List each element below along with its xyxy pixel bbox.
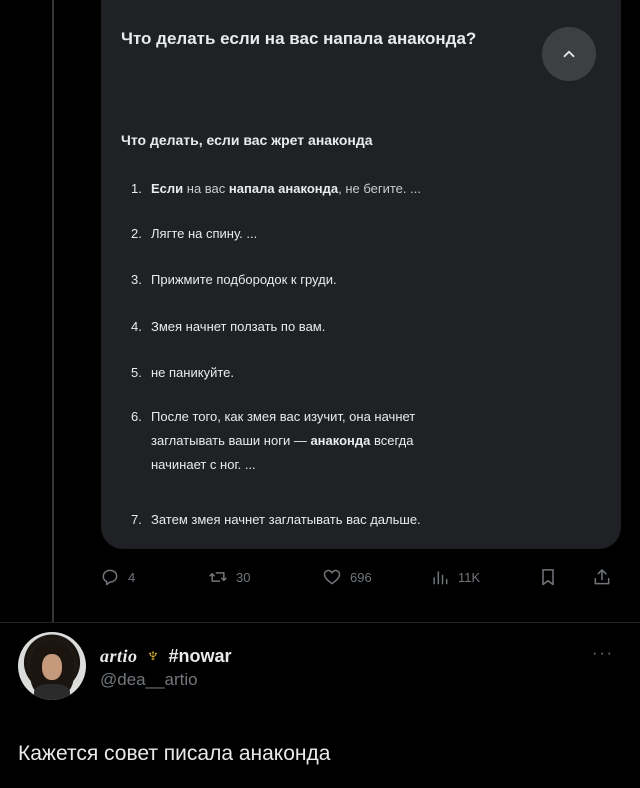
- bookmark-icon: [542, 569, 554, 586]
- tweet-divider: [0, 622, 640, 623]
- tweet-actions-bar: 4 30 696 11K: [100, 565, 625, 589]
- user-handle[interactable]: @dea__artio: [100, 670, 198, 690]
- more-options-button[interactable]: ···: [592, 645, 614, 663]
- share-button[interactable]: [592, 565, 612, 589]
- answer-title: Что делать, если вас жрет анаконда: [121, 132, 373, 148]
- repost-count: 30: [236, 569, 251, 585]
- like-button[interactable]: 696: [322, 565, 372, 589]
- views-icon: [433, 571, 448, 585]
- share-icon: [594, 569, 610, 585]
- heart-icon: [323, 569, 341, 585]
- step-item: 6. После того, как змея вас изучит, она н…: [131, 409, 416, 472]
- card-question: Что делать если на вас напала анаконда?: [121, 29, 477, 48]
- reply-icon: [102, 569, 118, 586]
- like-count: 696: [350, 569, 372, 585]
- step-item: 7. Затем змея начнет заглатывать вас даль…: [131, 512, 421, 527]
- repost-icon: [209, 572, 227, 582]
- reply-count: 4: [128, 569, 136, 585]
- tweet-text: Кажется совет писала анаконда: [18, 742, 331, 765]
- views-button[interactable]: 11K: [430, 565, 480, 589]
- chevron-up-icon: [563, 50, 575, 58]
- step-item: 4. Змея начнет ползать по вам.: [131, 319, 326, 334]
- search-answer-card: Что делать если на вас напала анаконда? …: [101, 0, 621, 549]
- step-item: 5. не паникуйте.: [131, 365, 234, 380]
- bookmark-button[interactable]: [538, 565, 558, 589]
- display-name[interactable]: artio ♆ #nowar: [100, 645, 232, 668]
- repost-button[interactable]: 30: [208, 565, 250, 589]
- step-item: 1. Если на вас напала анаконда, не бегите…: [131, 181, 421, 196]
- reply-button[interactable]: 4: [100, 565, 135, 589]
- step-item: 2. Лягте на спину. ...: [131, 226, 258, 241]
- avatar[interactable]: [18, 632, 86, 700]
- collapse-button[interactable]: [542, 27, 596, 81]
- step-item: 3. Прижмите подбородок к груди.: [131, 272, 337, 287]
- thread-connector-line: [52, 0, 54, 622]
- views-count: 11K: [458, 569, 481, 585]
- trident-icon: ♆: [145, 645, 161, 667]
